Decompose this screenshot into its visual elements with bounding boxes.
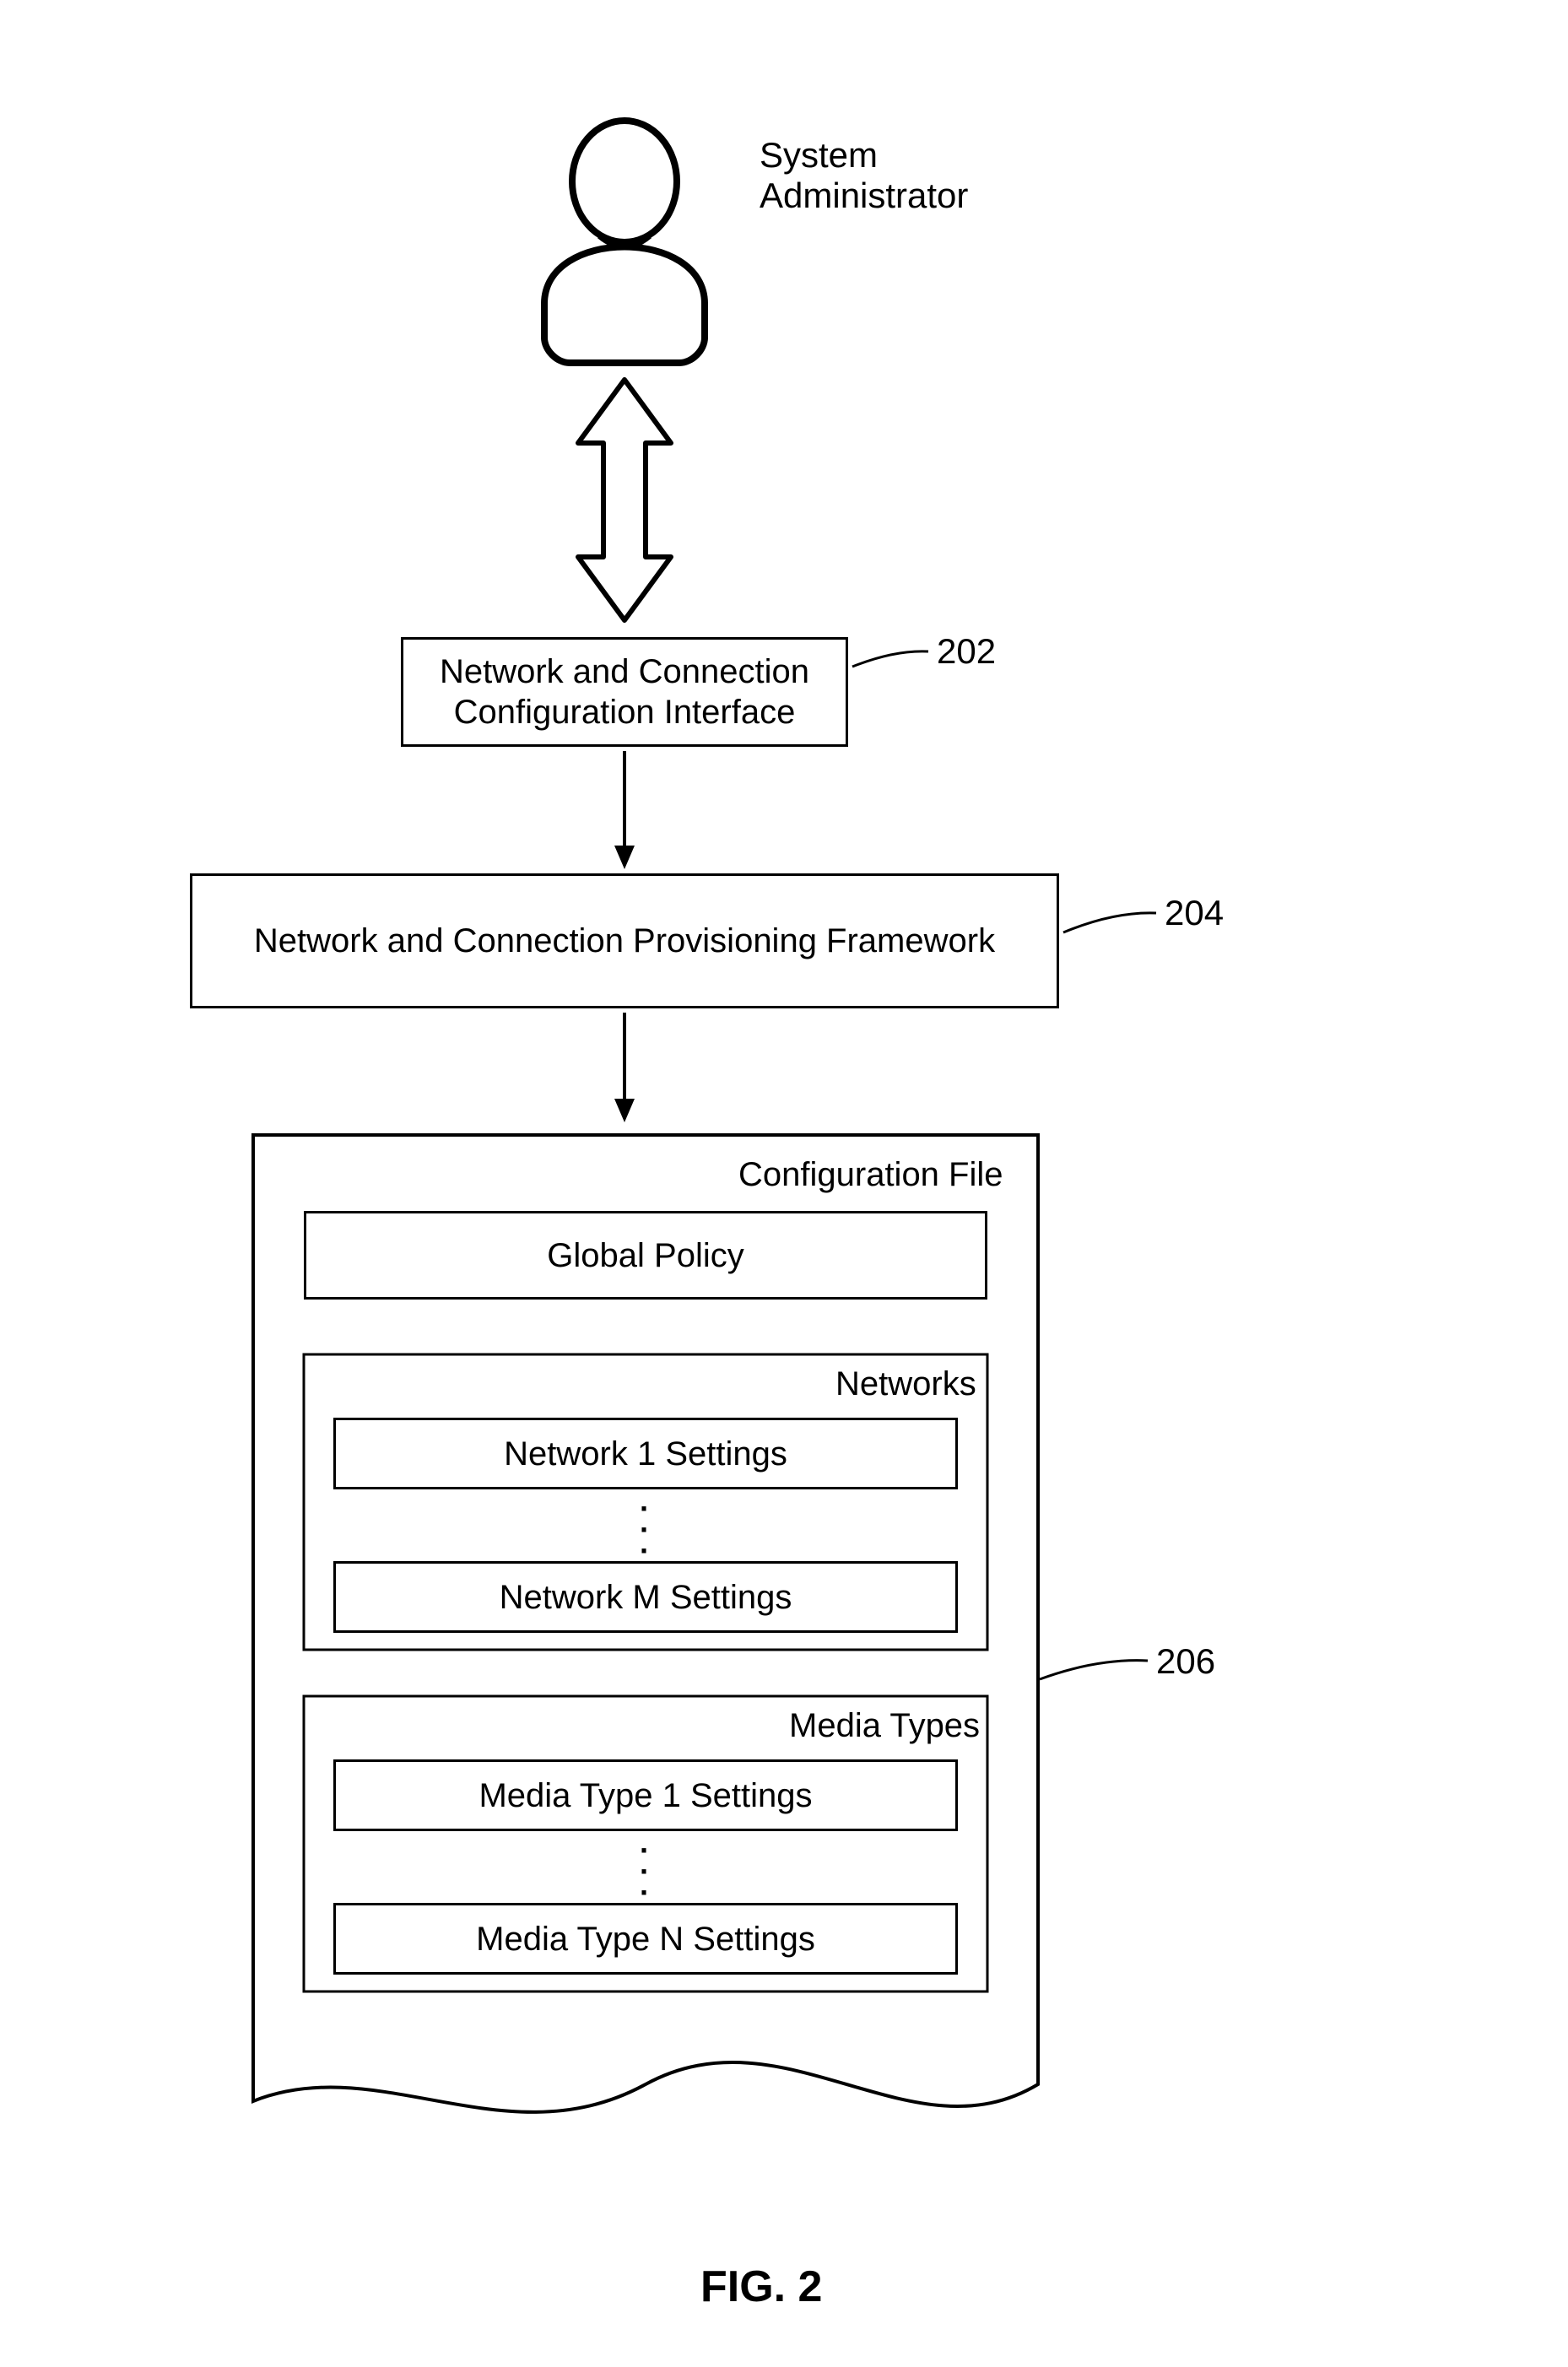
leader-202: [852, 651, 928, 667]
media-first-box: Media Type 1 Settings: [333, 1759, 958, 1831]
global-policy-box: Global Policy: [304, 1211, 987, 1300]
leader-204: [1063, 913, 1156, 932]
media-types-section-title: Media Types: [789, 1707, 980, 1745]
provisioning-framework-box: Network and Connection Provisioning Fram…: [190, 873, 1059, 1008]
ref-204: 204: [1165, 893, 1224, 933]
figure-caption: FIG. 2: [700, 2262, 822, 2312]
media-ellipsis: ···: [635, 1840, 656, 1904]
network-first-box: Network 1 Settings: [333, 1418, 958, 1489]
diagram-canvas: System Administrator Network and Connect…: [0, 0, 1568, 2367]
arrow-1: [614, 751, 635, 869]
arrow-2: [614, 1013, 635, 1122]
networks-ellipsis: ···: [635, 1498, 656, 1562]
actor-icon: [544, 121, 705, 363]
networks-section-title: Networks: [835, 1365, 976, 1403]
ref-202: 202: [937, 631, 996, 672]
leader-206: [1040, 1661, 1148, 1679]
media-last-box: Media Type N Settings: [333, 1903, 958, 1975]
config-interface-box: Network and Connection Configuration Int…: [401, 637, 848, 747]
network-last-box: Network M Settings: [333, 1561, 958, 1633]
bidirectional-arrow: [578, 380, 671, 620]
config-file-title: Configuration File: [738, 1156, 1003, 1194]
ref-206: 206: [1156, 1641, 1215, 1682]
actor-label: System Administrator: [760, 135, 968, 217]
